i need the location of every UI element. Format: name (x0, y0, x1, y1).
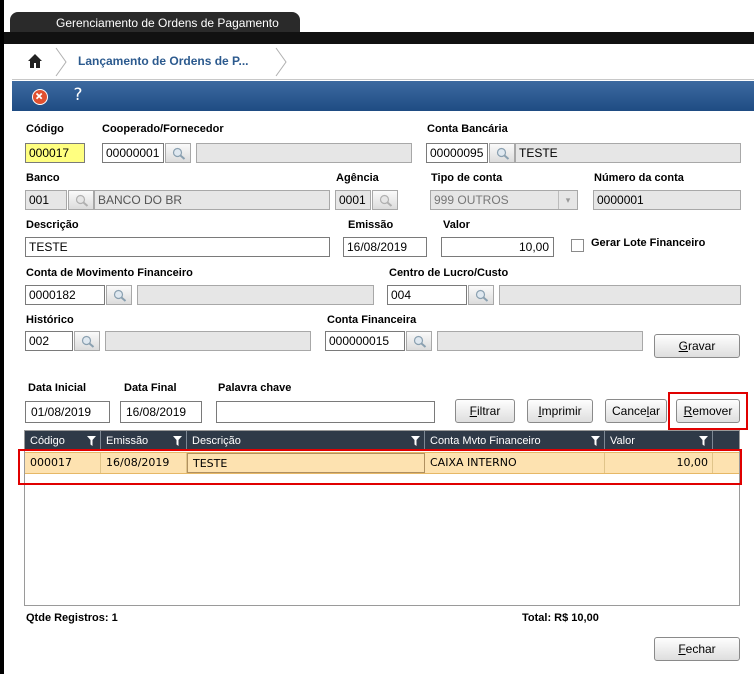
help-icon[interactable]: ? (68, 84, 88, 106)
agencia-field: 0001 (335, 190, 371, 210)
gravar-button[interactable]: Gravar (654, 334, 740, 358)
column-header-emissao[interactable]: Emissão (101, 431, 187, 451)
filter-icon[interactable] (87, 436, 96, 446)
centro-lucro-field[interactable]: 004 (387, 285, 467, 305)
data-inicial-field[interactable]: 01/08/2019 (25, 401, 110, 423)
breadcrumb-current[interactable]: Lançamento de Ordens de P... (78, 54, 249, 68)
conta-movimento-description (137, 285, 374, 305)
remover-button[interactable]: Remover (676, 399, 740, 423)
descricao-field[interactable]: TESTE (25, 237, 330, 257)
cooperado-label: Cooperado/Fornecedor (102, 123, 224, 135)
tab-ordens-pagamento[interactable]: Gerenciamento de Ordens de Pagamento (10, 12, 300, 34)
magnifier-icon (413, 335, 427, 348)
conta-movimento-lookup-button[interactable] (106, 285, 132, 305)
tab-bar-underline (4, 32, 754, 44)
historico-lookup-button[interactable] (74, 331, 100, 351)
column-label: Código (30, 435, 65, 447)
tipo-conta-select: 999 OUTROS ▾ (430, 190, 578, 210)
numero-conta-field: 0000001 (593, 190, 741, 210)
tipo-conta-label: Tipo de conta (431, 172, 503, 184)
banco-description: BANCO DO BR (94, 190, 330, 210)
qtde-registros: Qtde Registros: 1 (26, 612, 118, 624)
home-icon[interactable] (26, 52, 44, 70)
breadcrumb-separator-icon (55, 47, 67, 77)
close-icon[interactable] (32, 89, 48, 105)
grid-header: Código Emissão Descrição Conta Mvto Fina… (25, 431, 739, 451)
historico-description (105, 331, 311, 351)
conta-movimento-field[interactable]: 0000182 (25, 285, 105, 305)
codigo-field[interactable]: 000017 (25, 143, 85, 163)
filter-icon[interactable] (173, 436, 182, 446)
column-header-valor[interactable]: Valor (605, 431, 713, 451)
cooperado-description (196, 143, 412, 163)
breadcrumb: Lançamento de Ordens de P... (12, 44, 754, 80)
centro-lucro-description (499, 285, 741, 305)
imprimir-button[interactable]: Imprimir (527, 399, 593, 423)
magnifier-icon (496, 147, 510, 160)
conta-bancaria-label: Conta Bancária (427, 123, 508, 135)
breadcrumb-separator-icon (275, 47, 287, 77)
column-header-descricao[interactable]: Descrição (187, 431, 425, 451)
column-header-conta-mvto[interactable]: Conta Mvto Financeiro (425, 431, 605, 451)
numero-conta-label: Número da conta (594, 172, 684, 184)
cooperado-lookup-button[interactable] (165, 143, 191, 163)
codigo-label: Código (26, 123, 64, 135)
cancelar-button[interactable]: Cancelar (605, 399, 667, 423)
toolbar: ? (12, 81, 754, 111)
column-header-codigo[interactable]: Código (25, 431, 101, 451)
conta-financeira-field[interactable]: 000000015 (325, 331, 405, 351)
data-final-field[interactable]: 16/08/2019 (120, 401, 202, 423)
agencia-lookup-button (372, 190, 398, 210)
magnifier-icon (81, 335, 95, 348)
emissao-field[interactable]: 16/08/2019 (343, 237, 427, 257)
fechar-button[interactable]: Fechar (654, 637, 740, 661)
column-label: Emissão (106, 435, 149, 447)
window-left-border (0, 0, 4, 674)
row-highlight (18, 449, 742, 485)
conta-financeira-description (437, 331, 643, 351)
emissao-label: Emissão (348, 219, 394, 231)
chevron-down-icon: ▾ (558, 191, 577, 209)
data-final-label: Data Final (124, 382, 177, 394)
banco-field: 001 (25, 190, 67, 210)
conta-bancaria-lookup-button[interactable] (489, 143, 515, 163)
magnifier-icon (379, 194, 393, 207)
conta-movimento-label: Conta de Movimento Financeiro (26, 267, 193, 279)
filtrar-button[interactable]: Filtrar (455, 399, 515, 423)
conta-financeira-label: Conta Financeira (327, 314, 417, 326)
column-label: Conta Mvto Financeiro (430, 435, 541, 447)
centro-lucro-lookup-button[interactable] (468, 285, 494, 305)
gerar-lote-checkbox[interactable] (571, 239, 584, 252)
filter-icon[interactable] (699, 436, 708, 446)
magnifier-icon (75, 194, 89, 207)
historico-label: Histórico (26, 314, 74, 326)
magnifier-icon (113, 289, 127, 302)
magnifier-icon (475, 289, 489, 302)
magnifier-icon (172, 147, 186, 160)
centro-lucro-label: Centro de Lucro/Custo (389, 267, 509, 279)
filter-icon[interactable] (591, 436, 600, 446)
agencia-label: Agência (336, 172, 379, 184)
conta-financeira-lookup-button[interactable] (406, 331, 432, 351)
valor-label: Valor (443, 219, 470, 231)
conta-bancaria-field[interactable]: 00000095 (426, 143, 488, 163)
total-valor: Total: R$ 10,00 (522, 612, 599, 624)
tipo-conta-value: 999 OUTROS (434, 193, 509, 207)
descricao-label: Descrição (26, 219, 79, 231)
valor-field[interactable]: 10,00 (441, 237, 554, 257)
historico-field[interactable]: 002 (25, 331, 73, 351)
column-label: Valor (610, 435, 635, 447)
gerar-lote-label: Gerar Lote Financeiro (591, 237, 706, 249)
banco-label: Banco (26, 172, 60, 184)
data-inicial-label: Data Inicial (28, 382, 87, 394)
palavra-chave-label: Palavra chave (218, 382, 292, 394)
column-label: Descrição (192, 435, 241, 447)
banco-lookup-button (68, 190, 94, 210)
filter-icon[interactable] (411, 436, 420, 446)
palavra-chave-field[interactable] (216, 401, 435, 423)
conta-bancaria-description: TESTE (515, 143, 741, 163)
cooperado-field[interactable]: 00000001 (102, 143, 164, 163)
